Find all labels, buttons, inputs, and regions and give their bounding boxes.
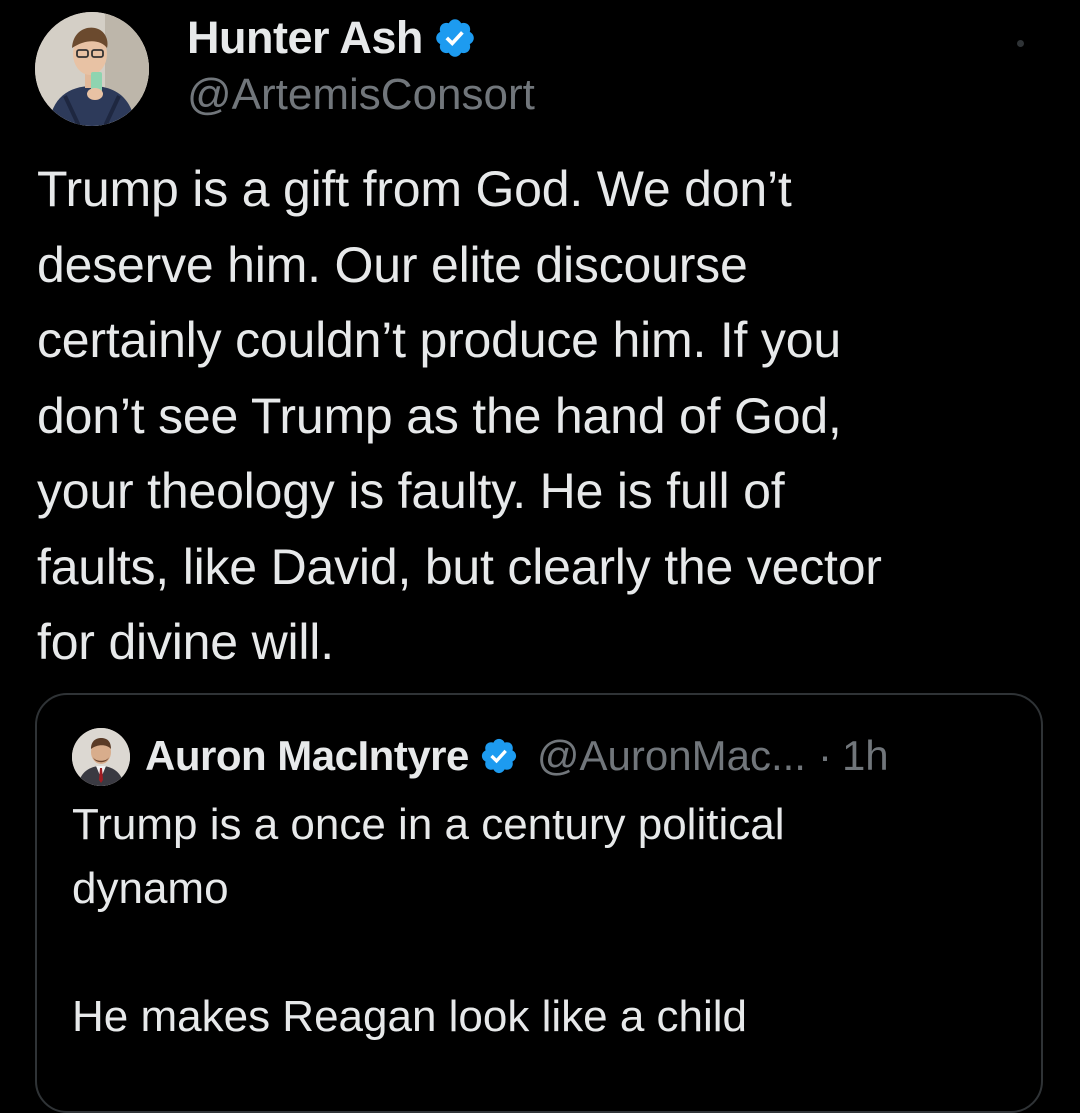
author-avatar[interactable] [35, 12, 149, 126]
quoted-tweet[interactable]: Auron MacIntyre @AuronMac... · 1h Trump … [35, 693, 1043, 1113]
quoted-timestamp[interactable]: 1h [842, 732, 889, 780]
quoted-verified-badge-icon[interactable] [479, 736, 519, 776]
quoted-author-row: Auron MacIntyre @AuronMac... · 1h [145, 725, 889, 787]
tweet-text: Trump is a gift from God. We don’t deser… [37, 161, 882, 670]
quoted-author-display-name[interactable]: Auron MacIntyre [145, 732, 469, 780]
author-display-name[interactable]: Hunter Ash [187, 12, 423, 64]
author-handle[interactable]: @ArtemisConsort [187, 70, 535, 120]
quoted-tweet-text: Trump is a once in a century political d… [72, 800, 785, 1041]
quoted-avatar-photo [72, 728, 130, 786]
more-dot-icon[interactable] [1010, 36, 1030, 50]
verified-badge-icon[interactable] [433, 16, 477, 60]
author-name-row: Hunter Ash [187, 10, 477, 66]
tweet: Hunter Ash @ArtemisConsort Trump is a gi… [0, 0, 1080, 1113]
quoted-separator: · [817, 732, 832, 779]
quoted-author-handle[interactable]: @AuronMac... [537, 732, 806, 780]
quoted-author-avatar[interactable] [72, 728, 130, 786]
avatar-photo [35, 12, 149, 126]
